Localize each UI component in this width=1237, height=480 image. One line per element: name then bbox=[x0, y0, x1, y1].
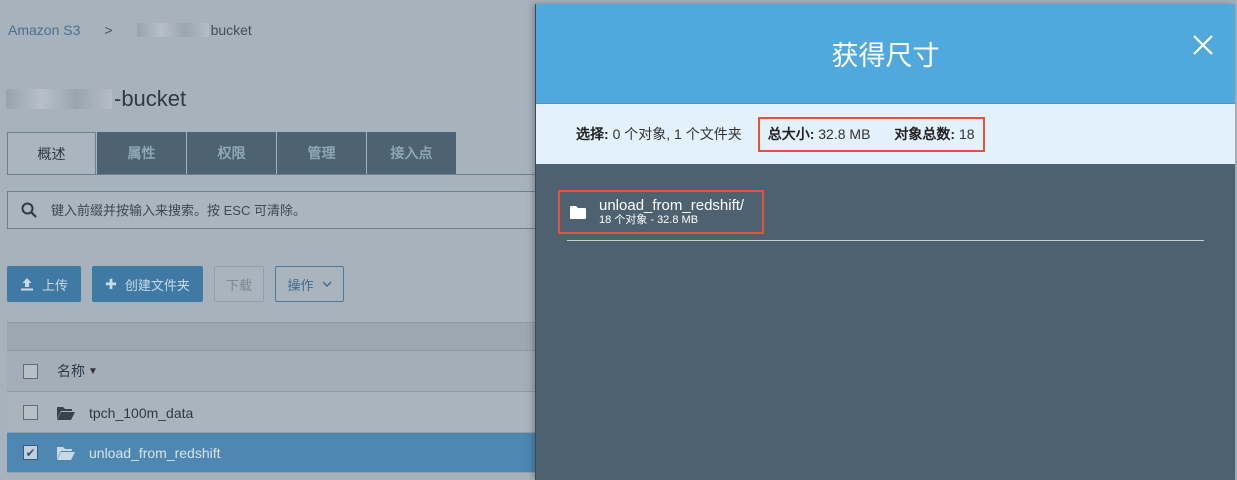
divider bbox=[567, 240, 1204, 241]
table-row[interactable]: tpch_100m_data bbox=[7, 393, 537, 433]
size-summary: 选择: 0 个对象, 1 个文件夹 总大小: 32.8 MB 对象总数: 18 bbox=[536, 104, 1235, 164]
total-size-label: 总大小: bbox=[767, 126, 815, 142]
create-folder-label: 创建文件夹 bbox=[124, 277, 190, 293]
total-objects-value: 18 bbox=[958, 126, 975, 142]
column-header-name[interactable]: 名称 bbox=[57, 361, 85, 381]
actions-dropdown[interactable]: 操作 bbox=[275, 266, 344, 302]
breadcrumb-root-link[interactable]: Amazon S3 bbox=[8, 22, 80, 38]
bucket-title-suffix: -bucket bbox=[114, 86, 187, 111]
breadcrumb: Amazon S3 > bucket bbox=[8, 22, 252, 38]
dialog-title: 获得尺寸 bbox=[831, 41, 940, 72]
upload-button[interactable]: 上传 bbox=[7, 266, 81, 302]
tab-management[interactable]: 管理 bbox=[277, 132, 366, 174]
folder-meta: 18 个对象 - 32.8 MB bbox=[599, 214, 699, 226]
search-icon bbox=[21, 202, 37, 218]
folder-open-icon bbox=[57, 406, 75, 420]
create-folder-button[interactable]: ✚ 创建文件夹 bbox=[92, 266, 203, 302]
toolbar: 上传 ✚ 创建文件夹 下载 操作 bbox=[7, 266, 355, 302]
redacted-bucket-prefix bbox=[136, 23, 209, 37]
get-size-dialog: 获得尺寸 选择: 0 个对象, 1 个文件夹 总大小: 32.8 MB 对象总数… bbox=[535, 4, 1235, 480]
row-name[interactable]: tpch_100m_data bbox=[89, 405, 193, 421]
total-objects: 对象总数: 18 bbox=[894, 124, 974, 144]
sort-down-icon[interactable]: ▼ bbox=[88, 366, 98, 377]
actions-label: 操作 bbox=[287, 277, 314, 293]
page-title: -bucket bbox=[6, 86, 186, 112]
table-header: 名称 ▼ bbox=[7, 350, 537, 392]
chevron-down-icon bbox=[322, 281, 331, 287]
tab-access-points[interactable]: 接入点 bbox=[367, 132, 456, 174]
breadcrumb-bucket: bucket bbox=[210, 22, 252, 38]
dialog-header: 获得尺寸 bbox=[536, 4, 1235, 104]
tab-divider bbox=[7, 174, 537, 175]
upload-icon bbox=[20, 278, 33, 291]
select-all-checkbox[interactable] bbox=[23, 363, 38, 379]
row-checkbox[interactable] bbox=[23, 405, 38, 420]
upload-label: 上传 bbox=[41, 277, 68, 293]
tab-properties[interactable]: 属性 bbox=[97, 132, 186, 174]
table-row-selected[interactable]: ✔ unload_from_redshift bbox=[7, 433, 537, 473]
row-name[interactable]: unload_from_redshift bbox=[89, 445, 221, 461]
close-icon[interactable] bbox=[1191, 33, 1215, 57]
selection-label: 选择: bbox=[576, 126, 609, 142]
search-bar bbox=[7, 191, 537, 229]
search-input[interactable] bbox=[51, 202, 511, 218]
breadcrumb-separator: > bbox=[104, 22, 113, 38]
folder-open-icon bbox=[57, 446, 75, 460]
folder-size-item: unload_from_redshift/ 18 个对象 - 32.8 MB bbox=[558, 190, 764, 234]
total-size: 总大小: 32.8 MB bbox=[768, 124, 871, 144]
download-button[interactable]: 下载 bbox=[214, 266, 264, 302]
total-objects-label: 对象总数: bbox=[894, 126, 956, 142]
folder-info: unload_from_redshift/ 18 个对象 - 32.8 MB bbox=[599, 197, 744, 227]
row-checkbox-checked[interactable]: ✔ bbox=[23, 445, 38, 460]
tab-bar: 概述 属性 权限 管理 接入点 bbox=[7, 132, 457, 174]
dialog-body: unload_from_redshift/ 18 个对象 - 32.8 MB bbox=[536, 164, 1235, 480]
plus-icon: ✚ bbox=[105, 275, 117, 292]
selection-summary: 选择: 0 个对象, 1 个文件夹 bbox=[576, 124, 742, 144]
folder-icon bbox=[570, 205, 586, 219]
size-highlight-box: 总大小: 32.8 MB 对象总数: 18 bbox=[757, 116, 985, 152]
tab-overview[interactable]: 概述 bbox=[7, 132, 96, 174]
total-size-value: 32.8 MB bbox=[818, 126, 871, 142]
redacted-bucket-name bbox=[6, 89, 112, 109]
table-toolbar bbox=[7, 322, 537, 350]
selection-value: 0 个对象, 1 个文件夹 bbox=[612, 126, 742, 142]
folder-name: unload_from_redshift/ bbox=[599, 197, 745, 214]
tab-permissions[interactable]: 权限 bbox=[187, 132, 276, 174]
